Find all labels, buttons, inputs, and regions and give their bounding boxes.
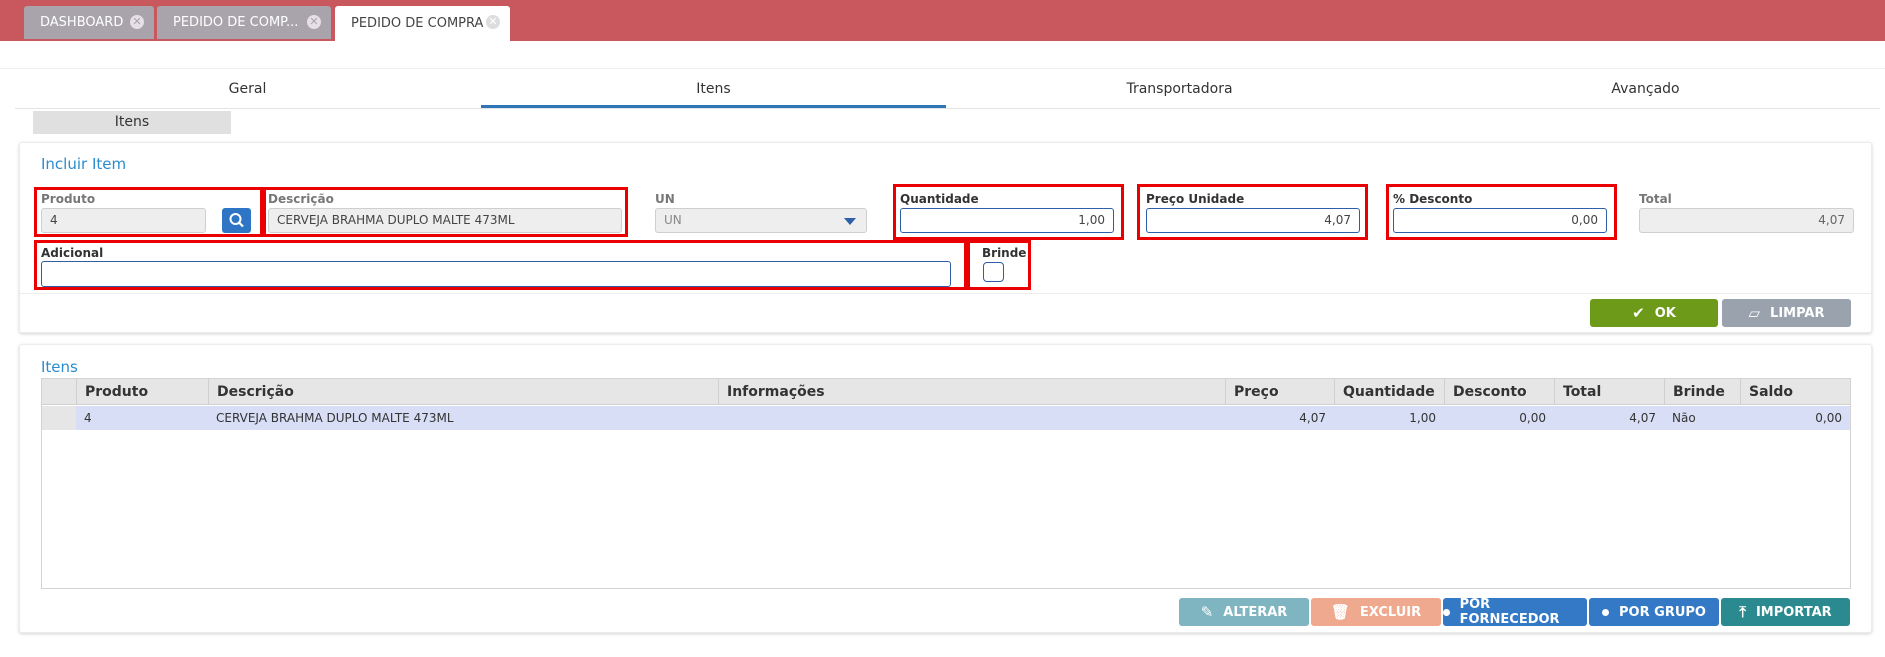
panel-title: Incluir Item	[41, 155, 127, 173]
preco-field[interactable]: 4,07	[1146, 208, 1360, 233]
alterar-label: ALTERAR	[1223, 604, 1288, 620]
tab-transportadora[interactable]: Transportadora	[947, 74, 1412, 108]
quantidade-field[interactable]: 1,00	[900, 208, 1114, 233]
header-preco[interactable]: Preço	[1225, 379, 1334, 405]
header-quantidade[interactable]: Quantidade	[1334, 379, 1444, 405]
cell-informacoes	[718, 406, 1225, 430]
tab-label: PEDIDO DE COMP...	[173, 15, 299, 30]
cell-preco: 4,07	[1299, 411, 1326, 425]
por-grupo-label: POR GRUPO	[1619, 604, 1706, 620]
por-fornecedor-label: POR FORNECEDOR	[1459, 597, 1560, 627]
limpar-button[interactable]: ▱ LIMPAR	[1722, 299, 1851, 327]
descricao-field[interactable]: CERVEJA BRAHMA DUPLO MALTE 473ML	[268, 208, 622, 233]
divider	[20, 293, 1871, 294]
importar-label: IMPORTAR	[1755, 604, 1832, 620]
cell-quantidade: 1,00	[1409, 411, 1436, 425]
tab-dashboard[interactable]: DASHBOARD ✕	[24, 6, 154, 39]
total-field: 4,07	[1639, 208, 1854, 233]
cell-desconto: 0,00	[1519, 411, 1546, 425]
header-total[interactable]: Total	[1554, 379, 1664, 405]
header-produto[interactable]: Produto	[76, 379, 208, 405]
excluir-button[interactable]: 🗑 EXCLUIR	[1311, 598, 1441, 626]
ok-label: OK	[1654, 305, 1676, 321]
tab-geral[interactable]: Geral	[15, 74, 480, 108]
header-brinde[interactable]: Brinde	[1664, 379, 1740, 405]
brinde-label: Brinde	[982, 246, 1027, 260]
section-tabs: Geral Itens Transportadora Avançado	[15, 74, 1880, 109]
top-tab-bar: DASHBOARD ✕ PEDIDO DE COMP... ✕ PEDIDO D…	[0, 0, 1885, 41]
por-grupo-button[interactable]: POR GRUPO	[1589, 598, 1719, 626]
check-icon: ✔	[1632, 304, 1645, 322]
dot-icon	[1602, 608, 1610, 616]
table-row[interactable]: 4 CERVEJA BRAHMA DUPLO MALTE 473ML 4,07 …	[42, 406, 1850, 430]
header-descricao[interactable]: Descrição	[208, 379, 718, 405]
pencil-icon: ✎	[1200, 603, 1214, 621]
descricao-label: Descrição	[268, 192, 334, 206]
cell-brinde: Não	[1672, 411, 1696, 425]
dot-icon	[1443, 608, 1450, 616]
tab-itens[interactable]: Itens	[481, 74, 946, 108]
desconto-label: % Desconto	[1393, 192, 1473, 206]
desconto-field[interactable]: 0,00	[1393, 208, 1607, 233]
brinde-checkbox[interactable]	[983, 262, 1004, 282]
incluir-item-panel: Incluir Item Produto 4 Descrição CERVEJA…	[19, 142, 1872, 333]
alterar-button[interactable]: ✎ ALTERAR	[1179, 598, 1309, 626]
header-desconto[interactable]: Desconto	[1444, 379, 1554, 405]
table-header: Produto Descrição Informações Preço Quan…	[42, 379, 1850, 405]
produto-label: Produto	[41, 192, 96, 206]
cell-total: 4,07	[1629, 411, 1656, 425]
trash-icon: 🗑	[1330, 603, 1350, 621]
search-icon	[229, 213, 244, 228]
tab-pedido-de-compra-2[interactable]: PEDIDO DE COMPRA ✕	[335, 6, 510, 41]
eraser-icon: ▱	[1748, 304, 1761, 322]
close-icon[interactable]: ✕	[130, 15, 144, 29]
importar-button[interactable]: ⤒ IMPORTAR	[1721, 598, 1850, 626]
toolbar-strip	[0, 41, 1885, 69]
adicional-label: Adicional	[41, 246, 104, 260]
produto-field[interactable]: 4	[41, 208, 206, 233]
preco-label: Preço Unidade	[1146, 192, 1245, 206]
itens-table: Produto Descrição Informações Preço Quan…	[41, 378, 1851, 589]
limpar-label: LIMPAR	[1770, 305, 1825, 321]
subtab-itens[interactable]: Itens	[33, 111, 231, 134]
close-icon[interactable]: ✕	[486, 15, 500, 29]
header-select	[42, 379, 76, 405]
por-fornecedor-button[interactable]: POR FORNECEDOR	[1443, 597, 1587, 627]
un-label: UN	[655, 192, 675, 206]
cell-descricao: CERVEJA BRAHMA DUPLO MALTE 473ML	[216, 411, 454, 425]
excluir-label: EXCLUIR	[1359, 604, 1422, 620]
row-select-cell[interactable]	[42, 406, 76, 430]
tab-pedido-de-compra-1[interactable]: PEDIDO DE COMP... ✕	[157, 6, 331, 39]
search-button[interactable]	[222, 208, 251, 233]
header-saldo[interactable]: Saldo	[1740, 379, 1850, 405]
quantidade-label: Quantidade	[900, 192, 979, 206]
un-select[interactable]: UN	[655, 208, 867, 233]
tab-label: PEDIDO DE COMPRA	[351, 16, 484, 31]
tab-avancado[interactable]: Avançado	[1413, 74, 1878, 108]
upload-icon: ⤒	[1739, 603, 1746, 621]
cell-saldo: 0,00	[1815, 411, 1842, 425]
tab-label: DASHBOARD	[40, 15, 124, 30]
ok-button[interactable]: ✔ OK	[1590, 299, 1718, 327]
itens-title: Itens	[41, 358, 78, 376]
header-informacoes[interactable]: Informações	[718, 379, 1225, 405]
close-icon[interactable]: ✕	[307, 15, 321, 29]
total-label: Total	[1639, 192, 1672, 206]
chevron-down-icon	[844, 218, 856, 225]
un-value: UN	[664, 213, 682, 227]
cell-produto: 4	[84, 411, 92, 425]
adicional-textarea[interactable]	[41, 261, 951, 287]
